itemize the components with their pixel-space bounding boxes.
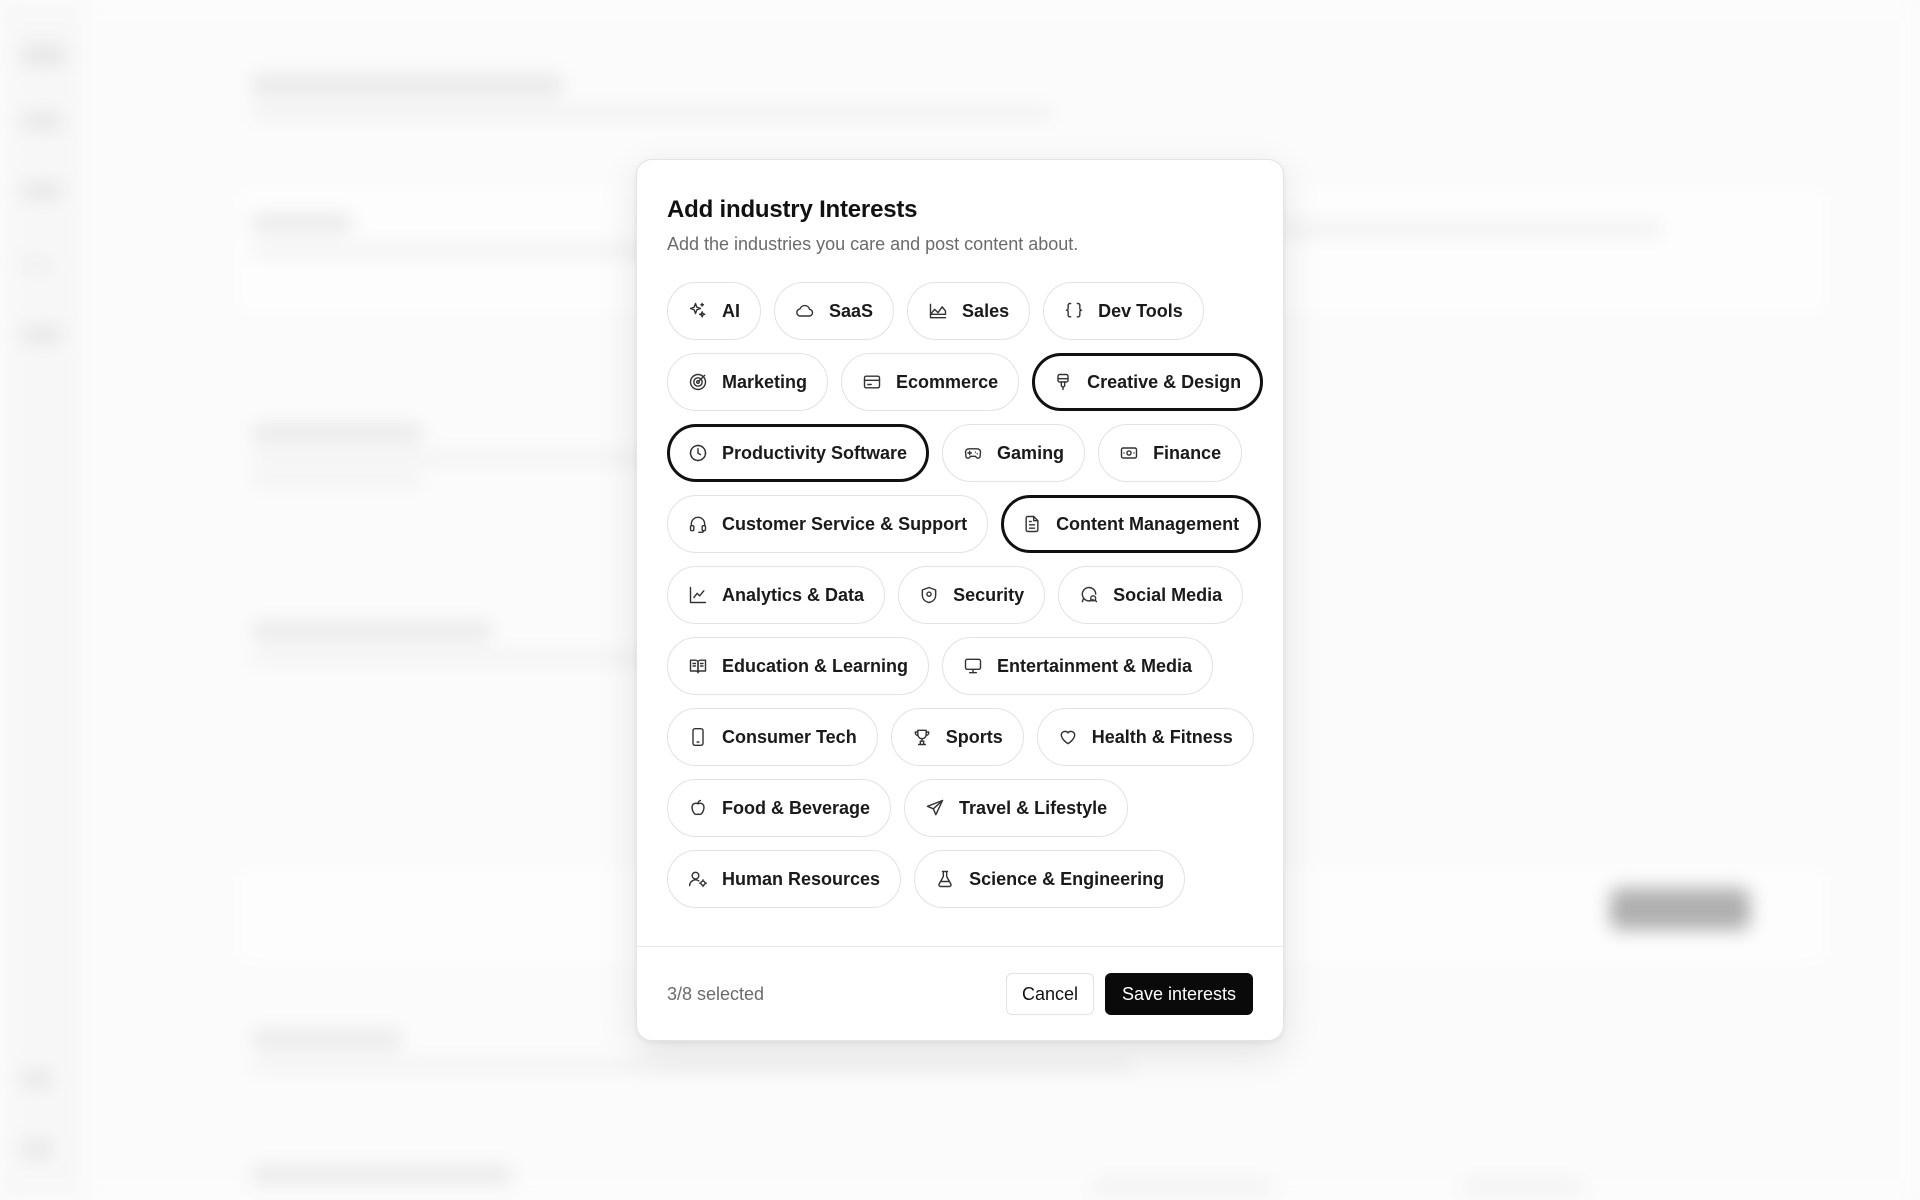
interest-chip-entertainment-and-media[interactable]: Entertainment & Media <box>942 637 1214 695</box>
interest-chip-label: Content Management <box>1056 513 1240 534</box>
paintbrush-icon <box>1053 372 1073 392</box>
chip-row: Marketing Ecommerce Creative & Design <box>667 353 1264 411</box>
interest-chip-label: Human Resources <box>722 868 881 889</box>
interest-chip-content-management[interactable]: Content Management <box>1001 495 1262 553</box>
interest-chip-label: Finance <box>1153 442 1222 463</box>
chart-area-icon <box>928 301 948 321</box>
chip-row: Productivity Software Gaming Finance <box>667 424 1263 482</box>
interest-chip-label: Productivity Software <box>722 442 908 463</box>
selected-count: 3/8 selected <box>667 984 765 1004</box>
users-cog-icon <box>688 869 708 889</box>
book-open-icon <box>688 656 708 676</box>
interest-chip-label: AI <box>722 300 740 321</box>
interest-chip-sports[interactable]: Sports <box>890 708 1024 766</box>
line-chart-icon <box>688 585 708 605</box>
dialog-footer: 3/8 selected Cancel Save interests <box>637 946 1283 1040</box>
interest-chip-education-and-learning[interactable]: Education & Learning <box>667 637 930 695</box>
headphones-icon <box>688 514 708 534</box>
interest-chip-travel-and-lifestyle[interactable]: Travel & Lifestyle <box>904 779 1129 837</box>
interest-chip-label: Security <box>953 584 1025 605</box>
interest-chip-label: Science & Engineering <box>969 868 1165 889</box>
file-text-icon <box>1022 514 1042 534</box>
chip-row: Analytics & Data Security Social Media <box>667 566 1263 624</box>
interest-chip-ai[interactable]: AI <box>667 282 761 340</box>
interest-chip-creative-and-design[interactable]: Creative & Design <box>1032 353 1264 411</box>
chip-row: Customer Service & Support Content Manage… <box>667 495 1263 553</box>
shield-icon <box>919 585 939 605</box>
interest-chip-label: Marketing <box>722 371 808 392</box>
interest-chip-label: Customer Service & Support <box>722 513 968 534</box>
chip-row: Education & Learning Entertainment & Medi… <box>667 637 1263 695</box>
chip-row: Human Resources Science & Engineering <box>667 850 1263 908</box>
braces-icon <box>1064 301 1084 321</box>
interest-chip-label: Social Media <box>1113 584 1223 605</box>
interest-chip-consumer-tech[interactable]: Consumer Tech <box>667 708 878 766</box>
interest-chip-security[interactable]: Security <box>898 566 1046 624</box>
monitor-icon <box>963 656 983 676</box>
interest-chip-social-media[interactable]: Social Media <box>1058 566 1244 624</box>
interest-chip-label: Travel & Lifestyle <box>959 797 1108 818</box>
interest-chip-customer-service-and-support[interactable]: Customer Service & Support <box>667 495 989 553</box>
interest-chip-marketing[interactable]: Marketing <box>667 353 829 411</box>
interest-chip-finance[interactable]: Finance <box>1098 424 1243 482</box>
interest-chip-science-and-engineering[interactable]: Science & Engineering <box>914 850 1186 908</box>
clock-icon <box>688 443 708 463</box>
interest-chip-label: SaaS <box>829 300 874 321</box>
message-search-icon <box>1079 585 1099 605</box>
interest-chip-label: Education & Learning <box>722 655 909 676</box>
interest-chip-label: Food & Beverage <box>722 797 871 818</box>
interest-chip-gaming[interactable]: Gaming <box>942 424 1086 482</box>
interest-chip-label: Gaming <box>997 442 1065 463</box>
save-interests-button[interactable]: Save interests <box>1104 973 1253 1015</box>
interest-chip-label: Entertainment & Media <box>997 655 1193 676</box>
chip-row: AI SaaS Sales Dev Tools <box>667 282 1263 340</box>
sparkles-icon <box>688 301 708 321</box>
interest-chip-label: Ecommerce <box>896 371 999 392</box>
apple-icon <box>688 798 708 818</box>
interest-chip-ecommerce[interactable]: Ecommerce <box>841 353 1020 411</box>
cancel-button[interactable]: Cancel <box>1006 973 1095 1015</box>
interest-chip-saas[interactable]: SaaS <box>774 282 895 340</box>
heart-icon <box>1058 727 1078 747</box>
interest-chip-dev-tools[interactable]: Dev Tools <box>1043 282 1204 340</box>
interest-chip-label: Creative & Design <box>1087 371 1242 392</box>
interest-chip-label: Dev Tools <box>1098 300 1183 321</box>
interest-chip-label: Sales <box>962 300 1010 321</box>
chip-row: Food & Beverage Travel & Lifestyle <box>667 779 1263 837</box>
interest-chip-label: Sports <box>945 726 1003 747</box>
gamepad-icon <box>963 443 983 463</box>
dialog-header: Add industry Interests Add the industrie… <box>667 196 1253 255</box>
interest-chip-health-and-fitness[interactable]: Health & Fitness <box>1036 708 1254 766</box>
interest-chip-label: Health & Fitness <box>1091 726 1233 747</box>
interest-chip-list: AI SaaS Sales Dev Tools Marketing Ecommerce Cr… <box>667 282 1264 908</box>
interest-chip-label: Consumer Tech <box>722 726 857 747</box>
interest-chip-analytics-and-data[interactable]: Analytics & Data <box>667 566 886 624</box>
cloud-icon <box>795 301 815 321</box>
dialog-title: Add industry Interests <box>667 196 918 223</box>
target-icon <box>688 372 708 392</box>
interest-chip-productivity-software[interactable]: Productivity Software <box>667 424 930 482</box>
interest-chip-food-and-beverage[interactable]: Food & Beverage <box>667 779 892 837</box>
interest-chip-sales[interactable]: Sales <box>907 282 1031 340</box>
flask-icon <box>935 869 955 889</box>
interest-chip-human-resources[interactable]: Human Resources <box>667 850 902 908</box>
credit-card-icon <box>862 372 882 392</box>
dialog-subtitle: Add the industries you care and post con… <box>667 234 1079 254</box>
chip-row: Consumer Tech Sports Health & Fitness <box>667 708 1263 766</box>
add-interests-dialog: Add industry Interests Add the industrie… <box>636 159 1284 1041</box>
smartphone-icon <box>688 727 708 747</box>
send-icon <box>925 798 945 818</box>
interest-chip-label: Analytics & Data <box>722 584 865 605</box>
trophy-icon <box>912 727 932 747</box>
banknote-icon <box>1119 443 1139 463</box>
